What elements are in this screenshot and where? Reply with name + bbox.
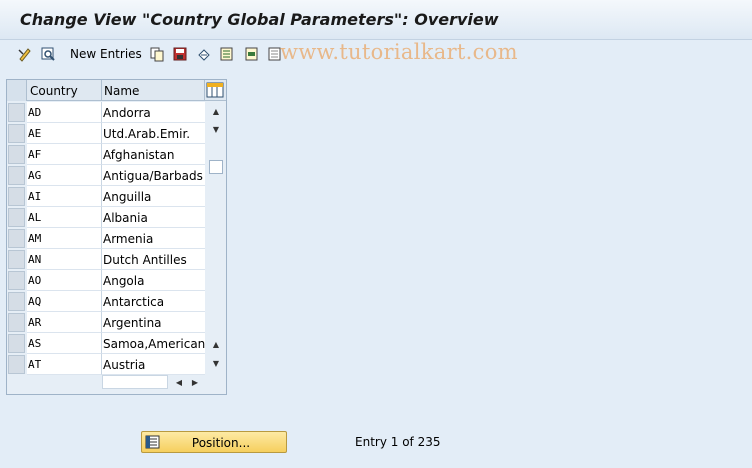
scroll-page-up-icon[interactable]: ▲ — [209, 337, 223, 351]
country-code-cell[interactable]: AM — [27, 228, 102, 249]
copy-icon[interactable] — [148, 45, 166, 63]
table-row[interactable]: AS Samoa,American — [7, 333, 205, 354]
table-row[interactable]: AR Argentina — [7, 312, 205, 333]
row-selector[interactable] — [8, 292, 25, 311]
table-settings-icon[interactable] — [206, 81, 224, 99]
country-code-cell[interactable]: AE — [27, 123, 102, 144]
country-code-cell[interactable]: AF — [27, 144, 102, 165]
column-header-name[interactable]: Name — [102, 80, 205, 101]
table-row[interactable]: AT Austria — [7, 354, 205, 375]
scroll-up-icon[interactable]: ▲ — [209, 104, 223, 118]
country-code-cell[interactable]: AR — [27, 312, 102, 333]
row-selector[interactable] — [8, 271, 25, 290]
country-name-cell: Afghanistan — [102, 144, 205, 165]
table-header: Country Name — [7, 80, 226, 101]
row-selector[interactable] — [8, 187, 25, 206]
country-name-cell: Austria — [102, 354, 205, 375]
country-name-cell: Argentina — [102, 312, 205, 333]
country-name-cell: Antigua/Barbads — [102, 165, 205, 186]
watermark-text: www.tutorialkart.com — [280, 40, 518, 64]
display-change-icon[interactable] — [16, 45, 34, 63]
row-selector[interactable] — [8, 355, 25, 374]
table-row[interactable]: AF Afghanistan — [7, 144, 205, 165]
row-selector[interactable] — [8, 124, 25, 143]
country-name-cell: Anguilla — [102, 186, 205, 207]
row-selector[interactable] — [8, 103, 25, 122]
country-code-cell[interactable]: AL — [27, 207, 102, 228]
new-entries-button[interactable]: New Entries — [70, 47, 142, 61]
position-button-label: Position... — [191, 436, 251, 450]
page-title: Change View "Country Global Parameters":… — [20, 10, 499, 29]
table-row[interactable]: AG Antigua/Barbads — [7, 165, 205, 186]
country-code-cell[interactable]: AO — [27, 270, 102, 291]
country-name-cell: Andorra — [102, 102, 205, 123]
details-icon[interactable] — [39, 45, 57, 63]
country-code-cell[interactable]: AI — [27, 186, 102, 207]
table-row[interactable]: AI Anguilla — [7, 186, 205, 207]
row-selector[interactable] — [8, 229, 25, 248]
country-name-cell: Angola — [102, 270, 205, 291]
select-block-icon[interactable] — [243, 45, 261, 63]
title-bar: Change View "Country Global Parameters":… — [0, 0, 752, 40]
country-name-cell: Dutch Antilles — [102, 249, 205, 270]
country-code-cell[interactable]: AT — [27, 354, 102, 375]
table-row[interactable]: AM Armenia — [7, 228, 205, 249]
table-row[interactable]: AN Dutch Antilles — [7, 249, 205, 270]
country-code-cell[interactable]: AG — [27, 165, 102, 186]
horizontal-scroll-track[interactable] — [102, 375, 168, 389]
country-code-cell[interactable]: AQ — [27, 291, 102, 312]
table-row[interactable]: AE Utd.Arab.Emir. — [7, 123, 205, 144]
undo-icon[interactable] — [195, 45, 213, 63]
country-name-cell: Albania — [102, 207, 205, 228]
country-name-cell: Antarctica — [102, 291, 205, 312]
country-name-cell: Utd.Arab.Emir. — [102, 123, 205, 144]
country-table: Country Name AD Andorra AE Utd.Arab.Emir. … — [6, 79, 227, 395]
table-row[interactable]: AD Andorra — [7, 102, 205, 123]
table-row[interactable]: AQ Antarctica — [7, 291, 205, 312]
table-row[interactable]: AL Albania — [7, 207, 205, 228]
select-all-icon[interactable] — [218, 45, 236, 63]
row-selector[interactable] — [8, 334, 25, 353]
entry-count-text: Entry 1 of 235 — [355, 435, 441, 449]
country-code-cell[interactable]: AS — [27, 333, 102, 354]
country-name-cell: Armenia — [102, 228, 205, 249]
country-name-cell: Samoa,American — [102, 333, 205, 354]
column-header-country[interactable]: Country — [27, 80, 102, 101]
save-icon[interactable] — [171, 45, 189, 63]
row-selector[interactable] — [8, 313, 25, 332]
table-row[interactable]: AO Angola — [7, 270, 205, 291]
row-selector[interactable] — [8, 250, 25, 269]
scroll-right-icon[interactable]: ▶ — [188, 375, 202, 389]
scroll-down-icon[interactable]: ▼ — [209, 122, 223, 136]
vertical-scrollbar[interactable]: ▲ ▼ ▲ ▼ — [207, 101, 225, 373]
country-code-cell[interactable]: AN — [27, 249, 102, 270]
row-selector[interactable] — [8, 208, 25, 227]
row-selector[interactable] — [8, 145, 25, 164]
row-selector[interactable] — [8, 166, 25, 185]
select-all-rows-cell[interactable] — [7, 80, 27, 101]
scroll-page-down-icon[interactable]: ▼ — [209, 356, 223, 370]
scroll-left-icon[interactable]: ◀ — [172, 375, 186, 389]
position-button[interactable]: Position... — [141, 431, 287, 453]
country-code-cell[interactable]: AD — [27, 102, 102, 123]
horizontal-scrollbar[interactable]: ◀ ▶ — [102, 375, 206, 389]
scrollbar-thumb[interactable] — [209, 160, 223, 174]
